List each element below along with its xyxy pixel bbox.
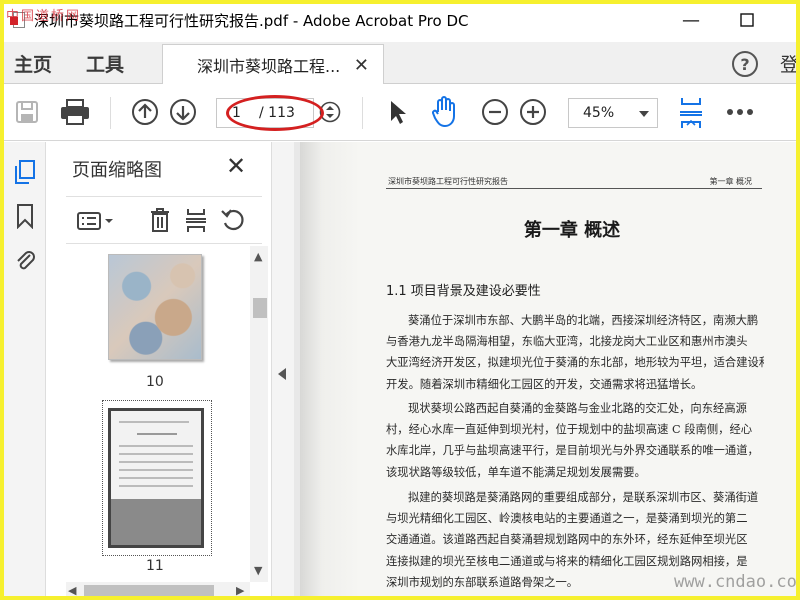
thumbnail-label-11: 11 [146,558,164,574]
close-tab-button[interactable]: ✕ [354,55,369,76]
vertical-scrollbar[interactable]: ▲ ▼ [250,246,268,582]
bookmark-icon[interactable] [12,202,38,230]
scrollbar-thumb[interactable] [253,298,267,318]
attachment-icon[interactable] [12,246,38,274]
paragraph-1: 葵涌位于深圳市东部、大鹏半岛的北端，西接深圳经济特区，南濒大鹏 与香港九龙半岛隔… [386,314,764,391]
left-rail [4,142,46,596]
tab-bar: 主页 工具 深圳市葵坝路工程... ✕ ? 登 [4,42,796,84]
panel-splitter[interactable] [272,142,294,596]
toolbar: 1 / 113 45% [4,85,796,141]
save-icon[interactable] [12,97,42,127]
thumbnail-label-10: 10 [146,374,164,390]
minimize-button[interactable]: — [676,8,706,32]
scroll-right-icon[interactable]: ▶ [236,584,244,596]
delete-page-icon[interactable] [146,205,174,235]
hscrollbar-thumb[interactable] [84,585,214,596]
tab-tools[interactable]: 工具 [86,50,124,77]
document-page: 深圳市葵坝路工程可行性研究报告 第一章 概况 第一章 概述 1.1 项目背景及建… [300,142,796,596]
thumbnail-list: 10 11 [46,246,250,582]
panel-title: 页面缩略图 [72,160,162,181]
tab-document[interactable]: 深圳市葵坝路工程... ✕ [162,44,384,84]
hand-icon[interactable] [428,95,462,129]
tab-home[interactable]: 主页 [14,50,52,77]
thumbnail-page-10[interactable] [108,254,202,360]
next-page-icon[interactable] [168,97,198,127]
chevron-down-icon [639,111,649,117]
thumbnail-options-icon[interactable] [74,207,118,235]
chapter-title: 第一章 概述 [523,220,621,241]
prev-page-icon[interactable] [130,97,160,127]
scroll-down-icon[interactable]: ▼ [254,564,262,577]
running-header-right: 第一章 概况 [709,177,752,186]
scroll-left-icon[interactable]: ◀ [68,584,76,596]
fit-page-icon[interactable] [676,95,706,131]
zoom-in-icon[interactable] [518,97,548,127]
rotate-page-icon[interactable] [218,205,248,235]
document-view[interactable]: 深圳市葵坝路工程可行性研究报告 第一章 概况 第一章 概述 1.1 项目背景及建… [294,142,796,596]
window-title: 深圳市葵坝路工程可行性研究报告.pdf - Adobe Acrobat Pro … [34,11,469,30]
site-watermark: www.cndao.com [674,572,796,592]
page-thumbnails-icon[interactable] [12,158,38,186]
thumbnail-page-11[interactable] [108,408,204,548]
panel-toolbar [66,196,262,244]
more-icon[interactable] [722,97,758,127]
close-panel-button[interactable]: ✕ [226,152,246,180]
horizontal-scrollbar[interactable]: ◀ ▶ [66,582,250,596]
print-icon[interactable] [58,97,92,127]
extract-page-icon[interactable] [182,205,210,235]
zoom-value: 45% [583,105,615,121]
help-icon[interactable]: ? [732,51,758,77]
section-title: 1.1 项目背景及建设必要性 [386,284,541,299]
screenshot-frame: 深圳市葵坝路工程可行性研究报告.pdf - Adobe Acrobat Pro … [0,0,800,600]
thumbnails-panel: 页面缩略图 ✕ 10 11 ▲ ▼ ◀ ▶ [46,142,272,596]
signin-button[interactable]: 登 [780,50,796,77]
red-annotation-ellipse [226,95,324,131]
maximize-button[interactable] [732,8,762,32]
document-tab-label: 深圳市葵坝路工程... [197,56,341,76]
zoom-dropdown[interactable]: 45% [568,98,658,128]
paragraph-2: 现状葵坝公路西起自葵涌的金葵路与金业北路的交汇处，向东经高源 村，经心水库一直延… [386,402,759,479]
scroll-up-icon[interactable]: ▲ [254,250,262,263]
header-rule [386,188,762,189]
collapse-panel-icon[interactable] [278,368,286,380]
corner-watermark: 中国道桥网 [6,9,82,24]
running-header-left: 深圳市葵坝路工程可行性研究报告 [388,177,508,186]
zoom-out-icon[interactable] [480,97,510,127]
title-bar: 深圳市葵坝路工程可行性研究报告.pdf - Adobe Acrobat Pro … [4,4,796,36]
select-icon[interactable] [384,97,412,127]
